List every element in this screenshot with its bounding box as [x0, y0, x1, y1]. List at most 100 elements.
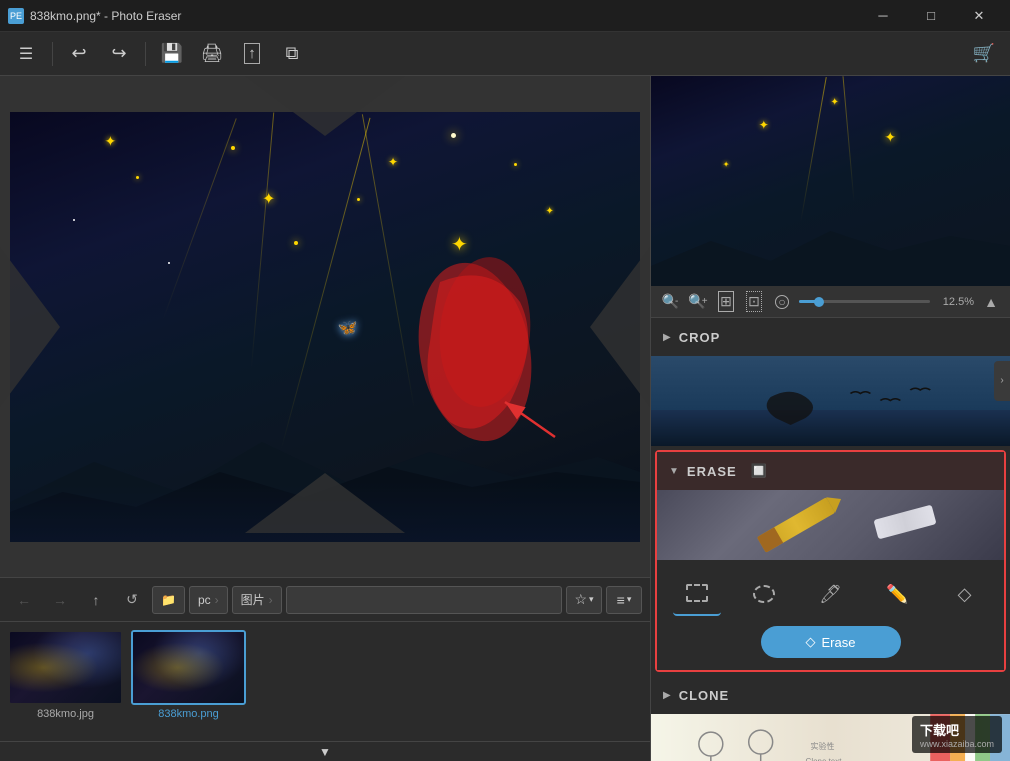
main-toolbar: ☰ ↩ ↪ 💾 🖨 ↑ ⧉ 🛒 — [0, 32, 1010, 76]
toolbar-separator-1 — [52, 42, 53, 66]
menu-button[interactable]: ☰ — [8, 36, 44, 72]
erase-section-icon: 🔲 — [751, 463, 767, 479]
canvas-container[interactable]: ✦ ✦ ✦ ✦ ✦ 🦋 — [0, 76, 650, 577]
panel-scroll-right[interactable]: › — [994, 361, 1010, 401]
filmstrip-item-1[interactable]: 838kmo.jpg — [8, 630, 123, 720]
fit-to-window-button[interactable]: ⊞ — [715, 291, 737, 313]
zoom-bar: 🔍 - 🔍 + ⊞ ⊡ ○ 12.5% — [651, 286, 1010, 318]
erase-section-bg — [657, 490, 1004, 560]
app-icon: PE — [8, 8, 24, 24]
fit-icon: ⊞ — [718, 291, 734, 312]
erase-section-header[interactable]: ▼ ERASE 🔲 — [657, 452, 1004, 490]
path-segment-pc[interactable]: pc › — [189, 586, 228, 614]
forward-icon: → — [53, 592, 67, 608]
sections-panel: ▶ CROP — [651, 318, 1010, 761]
chevron-right-icon: › — [1000, 375, 1003, 386]
eraser-tool[interactable]: ◇ — [941, 572, 989, 616]
crop-section: ▶ CROP — [651, 318, 1010, 446]
fit-page-icon: ⊡ — [746, 291, 762, 312]
export-icon: ↑ — [244, 43, 260, 64]
back-button[interactable]: ← — [8, 584, 40, 616]
film-thumb-2 — [131, 630, 246, 705]
right-panel: ✦ ✦ ✦ ✦ — [650, 76, 1010, 761]
sort-button[interactable]: ≡ ▾ — [606, 586, 642, 614]
crop-arrow-icon: ▶ — [663, 332, 671, 343]
film-label-1: 838kmo.jpg — [8, 708, 123, 720]
scroll-down-icon: ▼ — [319, 745, 331, 759]
chevron-down-icon: ▾ — [589, 594, 594, 605]
sort-chevron-icon: ▾ — [627, 594, 632, 605]
star-icon: ☆ — [574, 591, 587, 608]
eraser-icon: ◇ — [958, 584, 972, 605]
erase-button[interactable]: ◇ Erase — [761, 626, 901, 658]
nav-bar: ← → ↑ ↺ 📁 pc › 图片 › — [0, 577, 650, 621]
redo-button[interactable]: ↪ — [101, 36, 137, 72]
main-canvas-image[interactable]: ✦ ✦ ✦ ✦ ✦ 🦋 — [10, 112, 640, 542]
canvas-area: ✦ ✦ ✦ ✦ ✦ 🦋 — [0, 76, 650, 761]
forward-button[interactable]: → — [44, 584, 76, 616]
film-thumb-1 — [8, 630, 123, 705]
copy-button[interactable]: ⧉ — [274, 36, 310, 72]
filmstrip: 838kmo.jpg 838kmo.png — [0, 621, 650, 741]
panel-up-icon: ▲ — [984, 294, 998, 310]
svg-text:实验性: 实验性 — [811, 741, 835, 751]
print-button[interactable]: 🖨 — [194, 36, 230, 72]
clone-section-header[interactable]: ▶ CLONE — [651, 676, 1010, 714]
clone-arrow-icon: ▶ — [663, 690, 671, 701]
undo-button[interactable]: ↩ — [61, 36, 97, 72]
pen-tool[interactable]: 🖊 — [807, 572, 855, 616]
pencil-icon: ✏️ — [886, 584, 908, 605]
path-input[interactable] — [286, 586, 562, 614]
zoom-reset-icon: ○ — [775, 295, 789, 309]
save-icon: 💾 — [161, 43, 183, 64]
shop-icon: 🛒 — [973, 43, 995, 64]
save-button[interactable]: 💾 — [154, 36, 190, 72]
refresh-button[interactable]: ↺ — [116, 584, 148, 616]
folder-icon: 📁 — [161, 593, 176, 607]
pencil-tool[interactable]: ✏️ — [874, 572, 922, 616]
minimize-button[interactable]: ─ — [860, 0, 906, 32]
erase-arrow-icon: ▼ — [669, 466, 679, 477]
rect-select-icon — [686, 584, 708, 602]
zoom-slider-container[interactable] — [799, 300, 930, 303]
zoom-in-button[interactable]: 🔍 + — [687, 291, 709, 313]
sort-icon: ≡ — [617, 592, 625, 608]
tools-row: 🖊 ✏️ ◇ — [665, 572, 996, 616]
fit-to-page-button[interactable]: ⊡ — [743, 291, 765, 313]
crop-section-bg — [651, 356, 1010, 446]
close-button[interactable]: ✕ — [956, 0, 1002, 32]
path-folder-icon[interactable]: 📁 — [152, 586, 185, 614]
print-icon: 🖨 — [201, 43, 224, 64]
filmstrip-item-2[interactable]: 838kmo.png — [131, 630, 246, 720]
zoom-reset-button[interactable]: ○ — [771, 291, 793, 313]
panel-up-button[interactable]: ▲ — [980, 291, 1002, 313]
zoom-out-button[interactable]: 🔍 - — [659, 291, 681, 313]
titlebar-left: PE 838kmo.png* - Photo Eraser — [8, 8, 181, 24]
window-controls: ─ □ ✕ — [860, 0, 1002, 32]
maximize-button[interactable]: □ — [908, 0, 954, 32]
export-button[interactable]: ↑ — [234, 36, 270, 72]
favorite-button[interactable]: ☆ ▾ — [566, 586, 602, 614]
zoom-thumb — [814, 297, 824, 307]
svg-text:Clone text: Clone text — [806, 757, 843, 761]
rect-select-tool[interactable] — [673, 572, 721, 616]
path-chevron-1: › — [215, 593, 219, 607]
zoom-percent-label: 12.5% — [936, 296, 974, 308]
toolbar-separator-2 — [145, 42, 146, 66]
crop-section-header[interactable]: ▶ CROP — [651, 318, 1010, 356]
lasso-select-tool[interactable] — [740, 572, 788, 616]
erase-section: ▼ ERASE 🔲 — [655, 450, 1006, 672]
copy-icon: ⧉ — [286, 43, 299, 64]
path-chevron-2: › — [269, 593, 273, 607]
undo-icon: ↩ — [71, 43, 86, 64]
filmstrip-scroll-down[interactable]: ▼ — [0, 741, 650, 761]
path-segment-pictures[interactable]: 图片 › — [232, 586, 282, 614]
zoom-minus-icon: - — [675, 296, 678, 307]
up-button[interactable]: ↑ — [80, 584, 112, 616]
main-content: ✦ ✦ ✦ ✦ ✦ 🦋 — [0, 76, 1010, 761]
shop-button[interactable]: 🛒 — [966, 36, 1002, 72]
zoom-slider[interactable] — [799, 300, 930, 303]
preview-image: ✦ ✦ ✦ ✦ — [651, 76, 1010, 286]
watermark: 下载吧 www.xiazaiba.com — [912, 716, 1002, 753]
zoom-plus-icon: + — [702, 296, 708, 307]
